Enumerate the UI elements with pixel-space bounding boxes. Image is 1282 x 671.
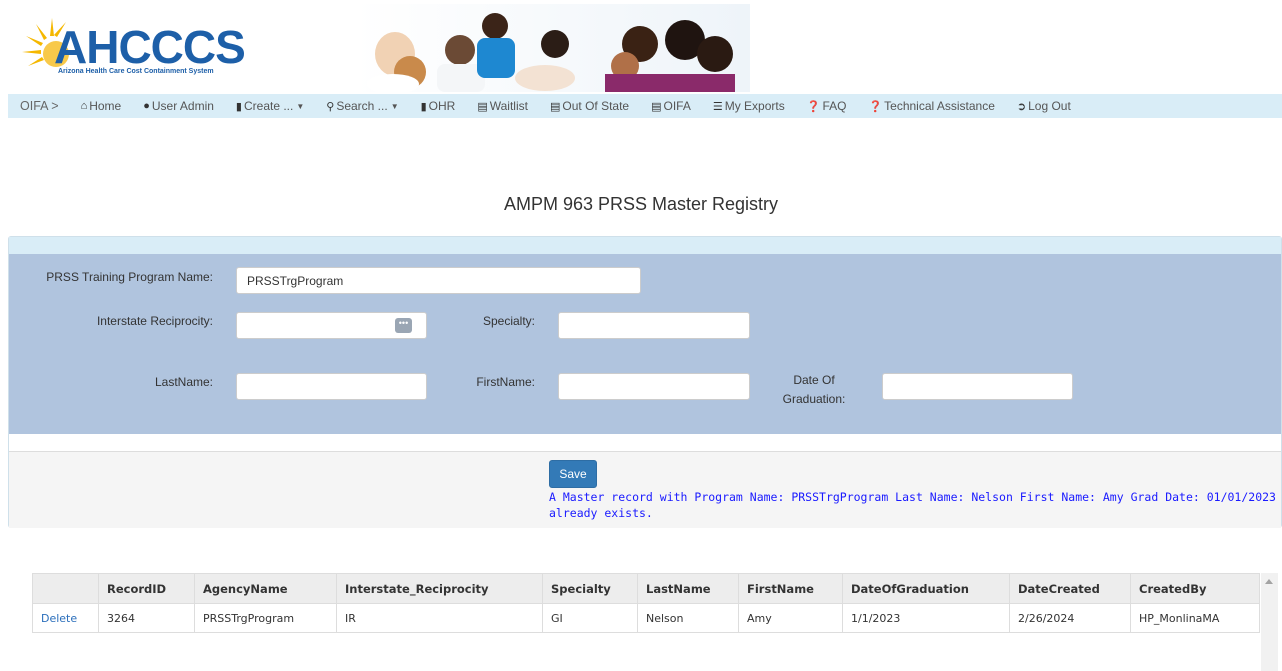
- list-icon: ▤: [651, 100, 662, 113]
- list-icon: ▤: [477, 100, 488, 113]
- col-header-createdby[interactable]: CreatedBy: [1130, 573, 1260, 604]
- col-header-actions: [32, 573, 99, 604]
- nav-waitlist-label: Waitlist: [489, 99, 528, 113]
- nav-technical-assistance-label: Technical Assistance: [884, 99, 995, 113]
- logo-text: AHCCCS: [54, 21, 246, 73]
- results-table: RecordID AgencyName Interstate_Reciproci…: [32, 573, 1260, 633]
- family-banner-image: [355, 4, 750, 92]
- firstname-label: FirstName:: [476, 375, 535, 389]
- nav-ohr-label: OHR: [428, 99, 456, 113]
- registry-form-panel: PRSS Training Program Name: Interstate R…: [8, 236, 1282, 528]
- nav-log-out-label: Log Out: [1028, 99, 1071, 113]
- delete-link[interactable]: Delete: [32, 603, 99, 633]
- col-header-firstname[interactable]: FirstName: [738, 573, 843, 604]
- nav-create-label: Create ...: [243, 99, 294, 113]
- ahcccs-logo: AHCCCS Arizona Health Care Cost Containm…: [18, 10, 246, 78]
- col-header-datecreated[interactable]: DateCreated: [1009, 573, 1131, 604]
- cell-firstname: Amy: [738, 603, 843, 633]
- scroll-up-arrow-icon[interactable]: [1265, 579, 1273, 584]
- date-of-graduation-label: Date Of Graduation:: [769, 373, 859, 407]
- logout-icon: ➲: [1016, 100, 1027, 113]
- lastname-label: LastName:: [154, 375, 213, 389]
- cell-interstate-reciprocity: IR: [336, 603, 543, 633]
- col-header-recordid[interactable]: RecordID: [98, 573, 195, 604]
- caret-down-icon: ▼: [390, 101, 399, 111]
- question-icon: ❓: [806, 100, 821, 113]
- duplicate-record-message: A Master record with Program Name: PRSST…: [549, 490, 1276, 520]
- file-icon: ▮: [420, 100, 427, 113]
- file-icon: ▮: [235, 100, 242, 113]
- nav-oifa-label: OIFA: [663, 99, 691, 113]
- date-of-graduation-input[interactable]: [882, 373, 1073, 400]
- grid-scrollbar[interactable]: [1261, 573, 1278, 671]
- nav-my-exports[interactable]: ☰ My Exports: [713, 99, 785, 113]
- app-header: AHCCCS Arizona Health Care Cost Containm…: [0, 0, 1282, 94]
- results-grid: RecordID AgencyName Interstate_Reciproci…: [32, 573, 1260, 633]
- lastname-input[interactable]: [236, 373, 427, 400]
- nav-out-of-state[interactable]: ▤ Out Of State: [550, 99, 629, 113]
- search-icon: ⚲: [326, 100, 335, 113]
- col-header-agencyname[interactable]: AgencyName: [194, 573, 337, 604]
- nav-search-label: Search ...: [336, 99, 388, 113]
- nav-waitlist[interactable]: ▤ Waitlist: [477, 99, 528, 113]
- reciprocity-picker-button[interactable]: •••: [395, 318, 412, 333]
- nav-user-admin-label: User Admin: [151, 99, 214, 113]
- program-name-label: PRSS Training Program Name:: [46, 270, 213, 284]
- interstate-reciprocity-label: Interstate Reciprocity:: [96, 314, 213, 328]
- nav-faq[interactable]: ❓ FAQ: [807, 99, 847, 113]
- cell-specialty: GI: [542, 603, 638, 633]
- cell-agencyname: PRSSTrgProgram: [194, 603, 337, 633]
- nav-my-exports-label: My Exports: [724, 99, 785, 113]
- question-icon: ❓: [868, 100, 883, 113]
- nav-home[interactable]: ⌂ Home: [81, 99, 122, 113]
- logo-subtitle: Arizona Health Care Cost Containment Sys…: [58, 68, 214, 75]
- cell-datecreated: 2/26/2024: [1009, 603, 1131, 633]
- caret-down-icon: ▼: [296, 101, 305, 111]
- col-header-interstate-reciprocity[interactable]: Interstate_Reciprocity: [336, 573, 543, 604]
- specialty-input[interactable]: [558, 312, 750, 339]
- col-header-specialty[interactable]: Specialty: [542, 573, 638, 604]
- form-body: PRSS Training Program Name: Interstate R…: [9, 254, 1281, 434]
- grid-header-row: RecordID AgencyName Interstate_Reciproci…: [32, 573, 1260, 604]
- home-icon: ⌂: [80, 100, 88, 112]
- graduation-label-line1: Date Of: [793, 373, 835, 387]
- save-button[interactable]: Save: [549, 460, 597, 488]
- panel-heading: [9, 237, 1281, 254]
- col-header-lastname[interactable]: LastName: [637, 573, 739, 604]
- nav-ohr[interactable]: ▮ OHR: [421, 99, 456, 113]
- nav-brand[interactable]: OIFA >: [20, 99, 59, 113]
- specialty-label: Specialty:: [482, 314, 535, 328]
- cell-dateofgraduation: 1/1/2023: [842, 603, 1010, 633]
- user-icon: ●: [143, 100, 150, 112]
- cell-createdby: HP_MonlinaMA: [1130, 603, 1260, 633]
- col-header-dateofgraduation[interactable]: DateOfGraduation: [842, 573, 1010, 604]
- nav-create-dropdown[interactable]: ▮ Create ... ▼: [236, 99, 304, 113]
- table-row: Delete 3264 PRSSTrgProgram IR GI Nelson …: [32, 603, 1260, 633]
- firstname-input[interactable]: [558, 373, 750, 400]
- main-nav: OIFA > ⌂ Home ● User Admin ▮ Create ... …: [8, 94, 1282, 118]
- nav-search-dropdown[interactable]: ⚲ Search ... ▼: [326, 99, 398, 113]
- cell-recordid: 3264: [98, 603, 195, 633]
- nav-faq-label: FAQ: [822, 99, 847, 113]
- graduation-label-line2: Graduation:: [782, 392, 846, 406]
- list-icon: ▤: [549, 100, 561, 113]
- nav-out-of-state-label: Out Of State: [562, 99, 630, 113]
- nav-user-admin[interactable]: ● User Admin: [143, 99, 214, 113]
- page-title: AMPM 963 PRSS Master Registry: [503, 194, 779, 214]
- nav-technical-assistance[interactable]: ❓ Technical Assistance: [868, 99, 994, 113]
- list-icon: ☰: [712, 100, 723, 113]
- cell-lastname: Nelson: [637, 603, 739, 633]
- nav-log-out[interactable]: ➲ Log Out: [1017, 99, 1071, 113]
- nav-home-label: Home: [89, 99, 122, 113]
- nav-oifa[interactable]: ▤ OIFA: [651, 99, 691, 113]
- program-name-input[interactable]: [236, 267, 641, 294]
